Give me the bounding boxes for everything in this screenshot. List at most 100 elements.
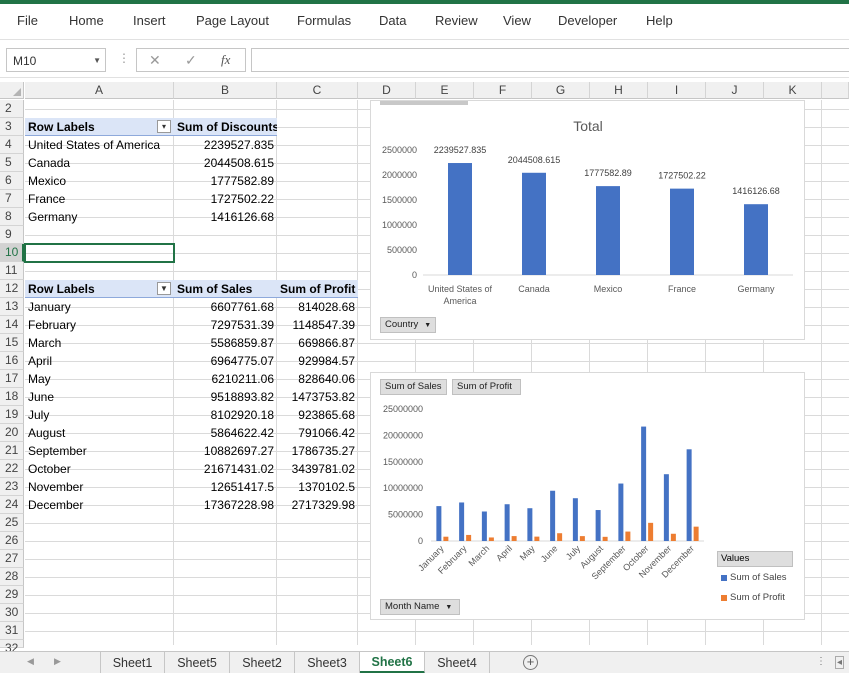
row-header[interactable]: 15 [0, 334, 24, 352]
pivot-sales-cell[interactable]: 9518893.82 [174, 388, 277, 406]
row-header[interactable]: 6 [0, 172, 24, 190]
profit-value-button[interactable]: Sum of Profit [452, 379, 521, 395]
row-header[interactable]: 13 [0, 298, 24, 316]
pivot-profit-cell[interactable]: 3439781.02 [277, 460, 358, 478]
row-header[interactable]: 25 [0, 514, 24, 532]
pivot-row-label[interactable]: April [25, 352, 174, 370]
pivot-profit-cell[interactable]: 814028.68 [277, 298, 358, 316]
name-box[interactable]: M10 ▼ [6, 48, 106, 72]
tab-sheet6[interactable]: Sheet6 [360, 652, 425, 673]
row-header[interactable]: 12 [0, 280, 24, 298]
col-header-l[interactable] [822, 82, 849, 99]
row-header[interactable]: 22 [0, 460, 24, 478]
menu-formulas[interactable]: Formulas [297, 13, 351, 28]
pivot-row-labels-header[interactable]: Row Labels [25, 280, 174, 298]
col-header-k[interactable]: K [764, 82, 822, 99]
pivot-profit-cell[interactable]: 923865.68 [277, 406, 358, 424]
tab-sheet3[interactable]: Sheet3 [295, 652, 360, 673]
col-header-b[interactable]: B [174, 82, 277, 99]
row-header[interactable]: 29 [0, 586, 24, 604]
pivot-profit-cell[interactable]: 791066.42 [277, 424, 358, 442]
pivot-sales-cell[interactable]: 6210211.06 [174, 370, 277, 388]
menu-developer[interactable]: Developer [558, 13, 617, 28]
pivot-chart-sales-profit[interactable]: 0 5000000 10000000 15000000 20000000 25000000… [370, 372, 805, 620]
tab-sheet1[interactable]: Sheet1 [100, 652, 165, 673]
col-header-d[interactable]: D [358, 82, 416, 99]
row-header[interactable]: 14 [0, 316, 24, 334]
col-header-e[interactable]: E [416, 82, 474, 99]
row-header[interactable]: 32 [0, 640, 24, 655]
pivot-sales-cell[interactable]: 10882697.27 [174, 442, 277, 460]
pivot-chart-total[interactable]: Total 0 500000 1000000 1500000 2000000 2500000… [370, 100, 805, 340]
pivot-sales-cell[interactable]: 12651417.5 [174, 478, 277, 496]
col-header-h[interactable]: H [590, 82, 648, 99]
row-header[interactable]: 28 [0, 568, 24, 586]
row-header[interactable]: 9 [0, 226, 24, 244]
row-header[interactable]: 21 [0, 442, 24, 460]
pivot-profit-cell[interactable]: 669866.87 [277, 334, 358, 352]
pivot-row-label[interactable]: January [25, 298, 174, 316]
add-sheet-icon[interactable]: + [523, 655, 538, 670]
menu-view[interactable]: View [503, 13, 531, 28]
pivot-profit-header[interactable]: Sum of Profit [277, 280, 358, 298]
cancel-icon[interactable]: ✕ [149, 52, 161, 69]
menu-home[interactable]: Home [69, 13, 104, 28]
pivot-row-label[interactable]: Germany [25, 208, 174, 226]
col-header-c[interactable]: C [277, 82, 358, 99]
pivot-row-label[interactable]: June [25, 388, 174, 406]
month-field-button[interactable]: Month Name ▼ [380, 599, 460, 615]
pivot-sales-cell[interactable]: 21671431.02 [174, 460, 277, 478]
row-header[interactable]: 2 [0, 100, 24, 118]
chevron-left-icon[interactable]: ◀ [27, 656, 34, 667]
formula-input[interactable] [251, 48, 849, 72]
pivot-profit-cell[interactable]: 2717329.98 [277, 496, 358, 514]
menu-page-layout[interactable]: Page Layout [196, 13, 269, 28]
filter-sort-icon[interactable]: ▾ [157, 120, 171, 133]
row-header[interactable]: 26 [0, 532, 24, 550]
pivot-row-label[interactable]: October [25, 460, 174, 478]
pivot-row-label[interactable]: July [25, 406, 174, 424]
menu-review[interactable]: Review [435, 13, 478, 28]
pivot-row-label[interactable]: December [25, 496, 174, 514]
pivot-row-label[interactable]: August [25, 424, 174, 442]
pivot-profit-cell[interactable]: 1786735.27 [277, 442, 358, 460]
row-header[interactable]: 30 [0, 604, 24, 622]
pivot-sales-cell[interactable]: 5864622.42 [174, 424, 277, 442]
row-header[interactable]: 16 [0, 352, 24, 370]
col-header-g[interactable]: G [532, 82, 590, 99]
menu-file[interactable]: File [17, 13, 38, 28]
row-header[interactable]: 11 [0, 262, 24, 280]
pivot-row-label[interactable]: May [25, 370, 174, 388]
tab-sheet5[interactable]: Sheet5 [165, 652, 230, 673]
pivot-sales-cell[interactable]: 17367228.98 [174, 496, 277, 514]
pivot-value-cell[interactable]: 2239527.835 [174, 136, 277, 154]
col-header-j[interactable]: J [706, 82, 764, 99]
row-header[interactable]: 23 [0, 478, 24, 496]
pivot-row-label[interactable]: Mexico [25, 172, 174, 190]
col-header-a[interactable]: A [25, 82, 174, 99]
sales-value-button[interactable]: Sum of Sales [380, 379, 447, 395]
scroll-left-icon[interactable]: ◂ [835, 656, 845, 669]
row-header[interactable]: 7 [0, 190, 24, 208]
insert-function-icon[interactable]: fx [221, 52, 230, 68]
pivot-sales-cell[interactable]: 6964775.07 [174, 352, 277, 370]
chevron-down-icon[interactable]: ▼ [93, 56, 101, 65]
row-header[interactable]: 3 [0, 118, 24, 136]
pivot-profit-cell[interactable]: 1473753.82 [277, 388, 358, 406]
pivot-value-cell[interactable]: 1727502.22 [174, 190, 277, 208]
pivot-sales-cell[interactable]: 6607761.68 [174, 298, 277, 316]
filter-dropdown-icon[interactable]: ▼ [157, 282, 171, 295]
pivot-row-labels-header[interactable]: Row Labels [25, 118, 174, 136]
row-header[interactable]: 5 [0, 154, 24, 172]
menu-help[interactable]: Help [646, 13, 673, 28]
pivot-row-label[interactable]: February [25, 316, 174, 334]
pivot-profit-cell[interactable]: 929984.57 [277, 352, 358, 370]
pivot-profit-cell[interactable]: 828640.06 [277, 370, 358, 388]
row-header[interactable]: 19 [0, 406, 24, 424]
pivot-row-label[interactable]: France [25, 190, 174, 208]
row-header[interactable]: 27 [0, 550, 24, 568]
row-header[interactable]: 31 [0, 622, 24, 640]
pivot-row-label[interactable]: March [25, 334, 174, 352]
select-all-corner[interactable] [0, 82, 24, 99]
menu-data[interactable]: Data [379, 13, 406, 28]
